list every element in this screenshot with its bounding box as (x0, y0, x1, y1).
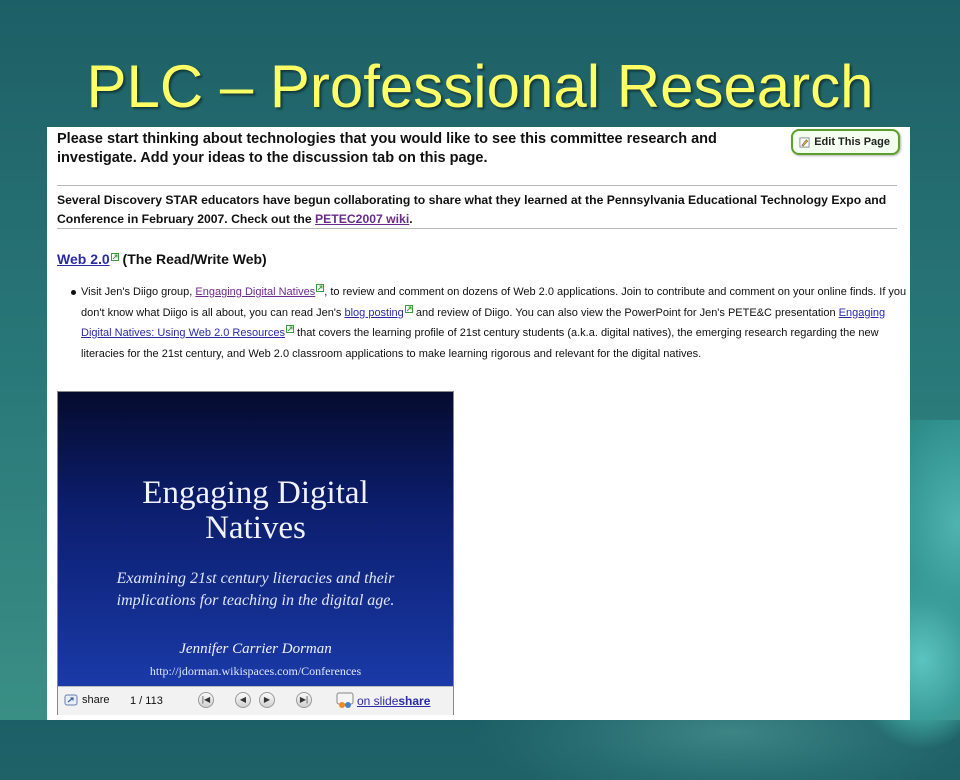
first-slide-button[interactable]: |◀ (198, 692, 214, 708)
slideshare-viewer[interactable]: Engaging Digital Natives Examining 21st … (57, 391, 454, 715)
intro-text: Please start thinking about technologies… (57, 131, 717, 166)
slide-preview[interactable]: Engaging Digital Natives Examining 21st … (58, 392, 453, 686)
next-icon: ▶ (263, 695, 271, 704)
wiki-page: Edit This Page Please start thinking abo… (47, 127, 910, 720)
petec-paragraph: Several Discovery STAR educators have be… (57, 193, 887, 226)
slide-preview-url: http://jdorman.wikispaces.com/Conference… (149, 664, 362, 678)
slide-preview-subtitle: Examining 21st century literacies and th… (116, 570, 395, 609)
slide-title: PLC – Professional Research (86, 53, 874, 120)
bullet-icon (71, 290, 76, 295)
last-slide-button[interactable]: ▶| (296, 692, 312, 708)
previous-slide-button[interactable]: ◀ (235, 692, 251, 708)
slide-preview-title: Engaging Digital Natives (142, 475, 369, 546)
divider (57, 228, 897, 229)
diigo-group-link[interactable]: Engaging Digital Natives (195, 286, 315, 298)
web20-link[interactable]: Web 2.0 (57, 251, 110, 267)
skip-forward-icon: ▶| (299, 695, 309, 704)
slideshare-link-group[interactable]: on slideshare (336, 692, 430, 710)
share-label: share (82, 694, 110, 706)
blog-posting-link[interactable]: blog posting (344, 307, 403, 319)
prev-icon: ◀ (239, 695, 247, 704)
external-link-icon (404, 304, 413, 313)
web20-heading: Web 2.0 (The Read/Write Web) (57, 251, 267, 267)
divider (57, 185, 897, 186)
external-link-icon (286, 325, 294, 333)
share-button[interactable]: share (64, 693, 110, 707)
share-icon (64, 694, 78, 706)
slide-preview-author: Jennifer Carrier Dorman (179, 641, 332, 657)
edit-page-button[interactable]: Edit This Page (791, 129, 900, 155)
slide-counter: 1 / 113 (130, 695, 163, 707)
list-item: Visit Jen's Diigo group, Engaging Digita… (71, 282, 910, 364)
on-slideshare-link[interactable]: on slideshare (357, 694, 430, 708)
external-link-icon (110, 253, 119, 261)
skip-back-icon: |◀ (201, 695, 211, 704)
edit-page-label: Edit This Page (814, 136, 890, 148)
pencil-icon (799, 136, 810, 148)
next-slide-button[interactable]: ▶ (259, 692, 275, 708)
viewer-controls: share 1 / 113 |◀ ◀ ▶ ▶| on slideshare (58, 686, 453, 715)
slideshare-logo-icon (336, 692, 354, 708)
petec2007-wiki-link[interactable]: PETEC2007 wiki (315, 212, 409, 226)
